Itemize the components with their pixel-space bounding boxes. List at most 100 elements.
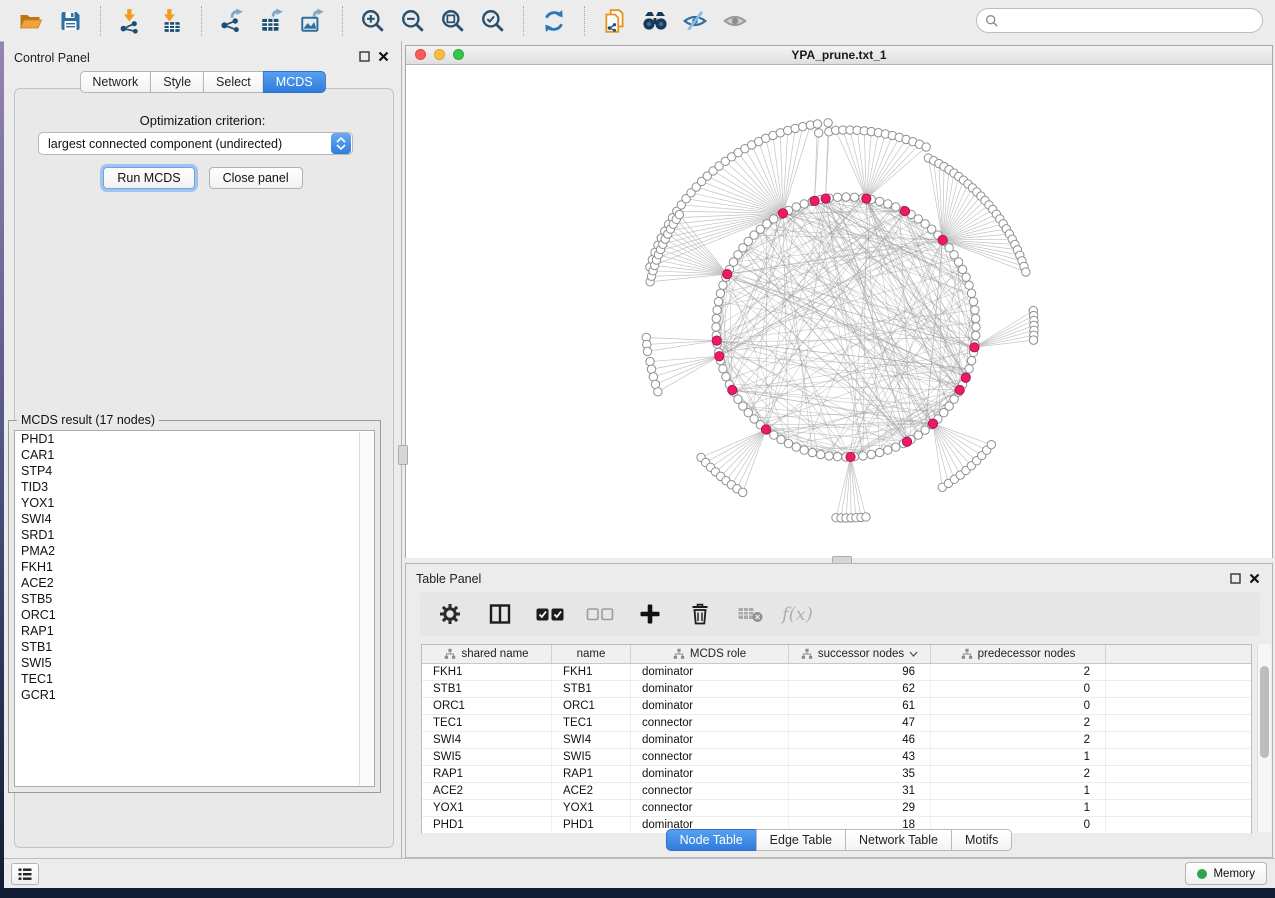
graph-node[interactable] — [884, 446, 892, 454]
graph-node[interactable] — [1029, 336, 1037, 344]
memory-button[interactable]: Memory — [1185, 862, 1267, 885]
tab-node-table[interactable]: Node Table — [666, 829, 756, 851]
graph-node[interactable] — [969, 297, 977, 305]
column-header-successor-nodes[interactable]: successor nodes — [789, 645, 931, 663]
mcds-result-item[interactable]: ORC1 — [15, 607, 374, 623]
network-search-box[interactable] — [976, 8, 1263, 33]
graph-node[interactable] — [816, 450, 824, 458]
mcds-result-item[interactable]: TEC1 — [15, 671, 374, 687]
graph-node[interactable] — [714, 297, 722, 305]
graph-node[interactable] — [833, 453, 841, 461]
show-columns-button[interactable] — [482, 596, 518, 632]
graph-node[interactable] — [842, 193, 850, 201]
graph-node[interactable] — [938, 235, 947, 244]
column-header-predecessor-nodes[interactable]: predecessor nodes — [931, 645, 1106, 663]
run-mcds-button[interactable]: Run MCDS — [103, 167, 194, 189]
table-row[interactable]: ACE2ACE2connector311 — [422, 783, 1251, 800]
show-all-button[interactable] — [715, 4, 755, 38]
graph-node[interactable] — [647, 365, 655, 373]
graph-node[interactable] — [965, 365, 973, 373]
tab-select[interactable]: Select — [203, 71, 263, 93]
node-table[interactable]: shared namenameMCDS rolesuccessor nodesp… — [421, 644, 1252, 834]
graph-node[interactable] — [900, 207, 909, 216]
graph-node[interactable] — [808, 448, 816, 456]
graph-node[interactable] — [712, 323, 720, 331]
import-table-button[interactable] — [151, 4, 191, 38]
list-scrollbar[interactable] — [359, 432, 373, 785]
table-row[interactable]: TEC1TEC1connector472 — [422, 715, 1251, 732]
tab-motifs[interactable]: Motifs — [951, 829, 1012, 851]
graph-node[interactable] — [792, 203, 800, 211]
graph-node[interactable] — [875, 448, 883, 456]
mcds-result-item[interactable]: GCR1 — [15, 687, 374, 703]
graph-node[interactable] — [728, 385, 737, 394]
export-network-button[interactable] — [212, 4, 252, 38]
table-row[interactable]: SWI5SWI5connector431 — [422, 749, 1251, 766]
table-options-gear-button[interactable] — [432, 596, 468, 632]
mcds-result-item[interactable]: STB5 — [15, 591, 374, 607]
graph-node[interactable] — [875, 197, 883, 205]
maximize-window-icon[interactable] — [453, 49, 464, 60]
graph-node[interactable] — [800, 200, 808, 208]
graph-node[interactable] — [961, 373, 970, 382]
graph-node[interactable] — [722, 373, 730, 381]
table-row[interactable]: YOX1YOX1connector291 — [422, 800, 1251, 817]
first-neighbors-button[interactable] — [534, 4, 574, 38]
float-panel-icon[interactable] — [359, 49, 370, 67]
graph-node[interactable] — [712, 336, 721, 345]
minimize-window-icon[interactable] — [434, 49, 445, 60]
graph-node[interactable] — [962, 273, 970, 281]
graph-node[interactable] — [922, 143, 930, 151]
mcds-result-item[interactable]: RAP1 — [15, 623, 374, 639]
graph-node[interactable] — [972, 314, 980, 322]
close-panel-button[interactable]: Close panel — [209, 167, 303, 189]
graph-node[interactable] — [850, 193, 858, 201]
mcds-result-item[interactable]: TID3 — [15, 479, 374, 495]
export-image-button[interactable] — [292, 4, 332, 38]
graph-node[interactable] — [791, 124, 799, 132]
graph-node[interactable] — [867, 450, 875, 458]
graph-node[interactable] — [967, 289, 975, 297]
function-builder-button[interactable]: f(x) — [782, 596, 813, 632]
deselect-all-button[interactable] — [582, 596, 618, 632]
vertical-splitter-handle[interactable] — [398, 445, 408, 465]
mcds-result-item[interactable]: YOX1 — [15, 495, 374, 511]
mcds-result-item[interactable]: PHD1 — [15, 431, 374, 447]
graph-node[interactable] — [967, 356, 975, 364]
graph-node[interactable] — [675, 210, 683, 218]
delete-table-button[interactable] — [732, 596, 768, 632]
graph-node[interactable] — [892, 203, 900, 211]
graph-node[interactable] — [892, 443, 900, 451]
clone-network-button[interactable] — [595, 4, 635, 38]
network-graph-canvas[interactable] — [406, 65, 1272, 558]
graph-node[interactable] — [955, 385, 964, 394]
table-row[interactable]: RAP1RAP1dominator352 — [422, 766, 1251, 783]
graph-node[interactable] — [792, 443, 800, 451]
graph-node[interactable] — [723, 270, 732, 279]
graph-node[interactable] — [712, 314, 720, 322]
mcds-result-item[interactable]: PMA2 — [15, 543, 374, 559]
float-panel-icon[interactable] — [1230, 571, 1241, 589]
graph-node[interactable] — [862, 513, 870, 521]
table-scrollbar-thumb[interactable] — [1260, 666, 1269, 758]
mcds-result-item[interactable]: STB1 — [15, 639, 374, 655]
mcds-result-item[interactable]: FKH1 — [15, 559, 374, 575]
column-header-name[interactable]: name — [552, 645, 631, 663]
search-network-button[interactable] — [635, 4, 675, 38]
import-network-button[interactable] — [111, 4, 151, 38]
graph-node[interactable] — [810, 196, 819, 205]
graph-node[interactable] — [833, 193, 841, 201]
graph-node[interactable] — [859, 452, 867, 460]
mcds-result-item[interactable]: SWI5 — [15, 655, 374, 671]
tab-network-table[interactable]: Network Table — [845, 829, 951, 851]
delete-column-button[interactable] — [682, 596, 718, 632]
open-file-button[interactable] — [10, 4, 50, 38]
graph-node[interactable] — [972, 331, 980, 339]
graph-node[interactable] — [824, 119, 832, 127]
mcds-result-item[interactable]: ACE2 — [15, 575, 374, 591]
select-all-button[interactable] — [532, 596, 568, 632]
criterion-dropdown[interactable]: largest connected component (undirected) — [38, 132, 353, 155]
graph-node[interactable] — [972, 323, 980, 331]
add-column-button[interactable] — [632, 596, 668, 632]
tab-style[interactable]: Style — [150, 71, 203, 93]
